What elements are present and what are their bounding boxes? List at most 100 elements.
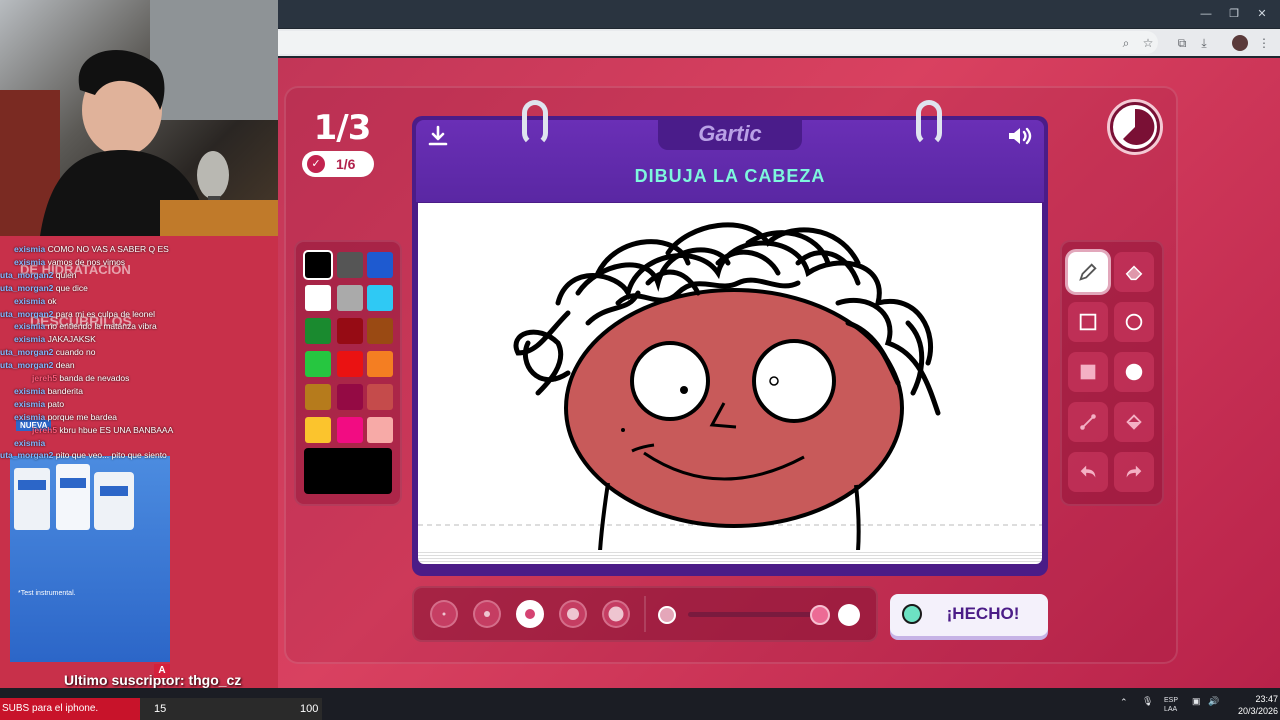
chat-username[interactable]: exismia: [14, 438, 45, 448]
color-swatch[interactable]: [337, 417, 363, 443]
color-swatch[interactable]: [367, 384, 393, 410]
color-swatch[interactable]: [305, 417, 331, 443]
chat-username[interactable]: uta_morgan2: [0, 309, 53, 319]
color-swatch[interactable]: [305, 252, 331, 278]
volume-icon[interactable]: 🔊: [1208, 696, 1219, 707]
color-swatch[interactable]: [367, 252, 393, 278]
square-fill-tool[interactable]: [1068, 352, 1108, 392]
circle-outline-icon: [1125, 313, 1143, 331]
chat-username[interactable]: uta_morgan2: [0, 450, 53, 460]
minimize-button[interactable]: —: [1196, 6, 1216, 22]
menu-kebab-icon[interactable]: ⋮: [1256, 35, 1272, 51]
chat-text: quien: [53, 269, 77, 280]
close-window-button[interactable]: ✕: [1252, 6, 1272, 22]
zoom-icon[interactable]: ⌕: [1118, 35, 1134, 51]
done-button[interactable]: ¡HECHO!: [890, 594, 1048, 636]
color-swatch[interactable]: [337, 318, 363, 344]
download-drawing-icon[interactable]: [426, 124, 450, 148]
chat-text: JAKAJAKSK: [45, 334, 96, 345]
color-swatch[interactable]: [337, 384, 363, 410]
color-swatch[interactable]: [305, 285, 331, 311]
done-button-label: ¡HECHO!: [946, 604, 1020, 623]
chat-message: exismia no entiendo la matanza vibra: [14, 321, 157, 331]
divider: [644, 596, 646, 632]
drawing: [418, 222, 1042, 552]
chat-message: uta_morgan2 quien: [0, 270, 77, 280]
color-swatch[interactable]: [367, 318, 393, 344]
line-tool[interactable]: [1068, 402, 1108, 442]
player-progress-badge: ✓ 1/6: [302, 151, 374, 177]
color-swatch[interactable]: [367, 351, 393, 377]
color-swatch[interactable]: [367, 417, 393, 443]
sound-icon[interactable]: [1006, 124, 1034, 148]
square-outline-tool[interactable]: [1068, 302, 1108, 342]
profile-avatar[interactable]: [1232, 35, 1248, 51]
notebook-pages: [418, 550, 1042, 564]
redo-button[interactable]: [1114, 452, 1154, 492]
color-swatch[interactable]: [305, 351, 331, 377]
eraser-tool[interactable]: [1114, 252, 1154, 292]
chat-username[interactable]: exismia: [14, 244, 45, 254]
chat-username[interactable]: jereh5: [32, 425, 57, 435]
binder-ring-left: [522, 100, 548, 146]
color-swatch[interactable]: [305, 384, 331, 410]
translate-icon[interactable]: ⧉: [1174, 35, 1190, 51]
maximize-button[interactable]: ❐: [1224, 6, 1244, 22]
chat-username[interactable]: uta_morgan2: [0, 283, 53, 293]
redo-icon: [1126, 465, 1142, 478]
chat-message: exismia porque me bardea: [14, 412, 117, 422]
opacity-max-icon: [838, 604, 860, 626]
brush-size-5[interactable]: [602, 600, 630, 628]
opacity-slider[interactable]: [688, 612, 812, 617]
brush-size-3[interactable]: [516, 600, 544, 628]
color-swatch[interactable]: [305, 318, 331, 344]
brush-size-1[interactable]: [430, 600, 458, 628]
circle-fill-tool[interactable]: [1114, 352, 1154, 392]
chat-username[interactable]: exismia: [14, 334, 45, 344]
url-field[interactable]: [278, 31, 1158, 54]
clock-time: 23:47: [1255, 694, 1278, 704]
network-icon[interactable]: ▣: [1192, 696, 1201, 707]
chat-username[interactable]: exismia: [14, 386, 45, 396]
chat-username[interactable]: exismia: [14, 257, 45, 267]
pencil-tool[interactable]: [1068, 252, 1108, 292]
clock-date: 20/3/2026: [1237, 706, 1278, 716]
chat-message: uta_morgan2 que dice: [0, 283, 88, 293]
drawing-canvas[interactable]: [418, 203, 1042, 553]
opacity-slider-handle[interactable]: [810, 605, 830, 625]
chat-message: jereh5 banda de nevados: [32, 373, 129, 383]
chat-username[interactable]: jereh5: [32, 373, 57, 383]
bookmark-star-icon[interactable]: ☆: [1140, 35, 1156, 51]
subs-count: 15: [154, 703, 167, 715]
language-indicator[interactable]: ESP LAA: [1164, 696, 1178, 714]
microphone-icon[interactable]: 🎙: [1142, 696, 1153, 707]
brush-size-2[interactable]: [473, 600, 501, 628]
color-swatch[interactable]: [337, 351, 363, 377]
chat-message: exismia COMO NO VAS A SABER Q ES: [14, 244, 169, 254]
circle-outline-tool[interactable]: [1114, 302, 1154, 342]
chevron-up-icon[interactable]: ⌃: [1120, 697, 1128, 708]
round-counter: 1/3: [313, 108, 372, 148]
chat-text: dean: [53, 360, 75, 371]
chat-text: kbru hbue ES UNA BANBAAA: [57, 424, 174, 435]
binder-ring-right: [916, 100, 942, 146]
color-swatch[interactable]: [337, 285, 363, 311]
color-swatch[interactable]: [367, 285, 393, 311]
chat-username[interactable]: exismia: [14, 412, 45, 422]
fill-bucket-tool[interactable]: [1114, 402, 1154, 442]
chat-username[interactable]: uta_morgan2: [0, 347, 53, 357]
chat-message: exismia JAKAJAKSK: [14, 334, 96, 344]
brush-size-4[interactable]: [559, 600, 587, 628]
chat-username[interactable]: exismia: [14, 399, 45, 409]
clock[interactable]: 23:47 20/3/2026: [1232, 693, 1278, 717]
chat-username[interactable]: uta_morgan2: [0, 360, 53, 370]
undo-button[interactable]: [1068, 452, 1108, 492]
color-swatch[interactable]: [337, 252, 363, 278]
download-icon[interactable]: ⤓: [1196, 35, 1212, 51]
chat-username[interactable]: uta_morgan2: [0, 270, 53, 280]
chat-username[interactable]: exismia: [14, 296, 45, 306]
chat-username[interactable]: exismia: [14, 321, 45, 331]
sub-badge: A: [154, 664, 170, 678]
subs-goal: 100: [300, 703, 319, 715]
opacity-min-icon: [658, 606, 676, 624]
